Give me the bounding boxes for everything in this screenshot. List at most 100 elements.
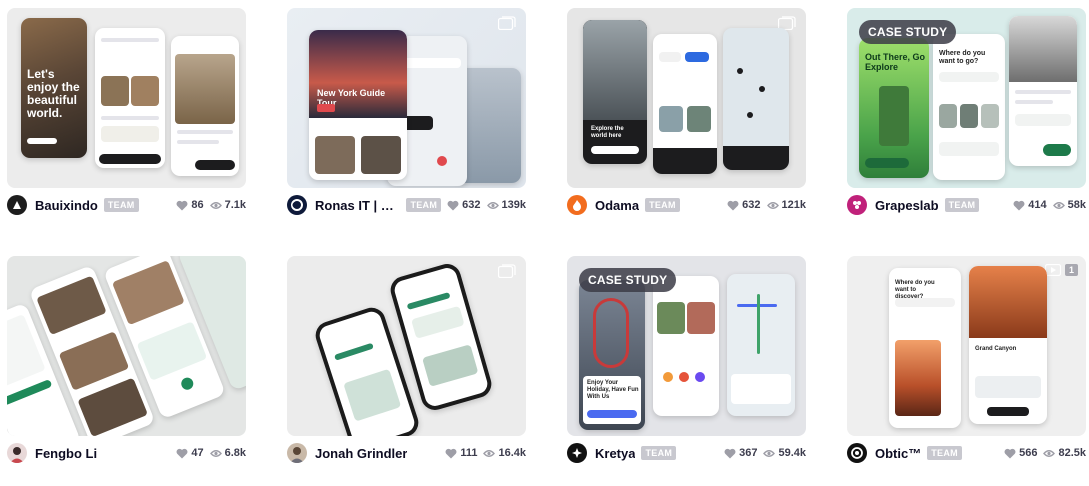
phone-mockup: Enjoy Your Holiday, Have Fun With Us [579, 280, 645, 430]
heart-icon [724, 448, 736, 458]
avatar[interactable] [847, 195, 867, 215]
eye-icon [1052, 201, 1065, 209]
team-badge: TEAM [406, 198, 442, 212]
shot-card[interactable]: Fengbo Li 47 6.8k [7, 256, 246, 463]
eye-icon [763, 449, 776, 457]
hero-title: Enjoy Your Holiday, Have Fun With Us [587, 380, 639, 400]
avatar[interactable] [7, 443, 27, 463]
author-name[interactable]: Fengbo Li [35, 446, 97, 461]
shot-card[interactable]: 1 Where do you want to discover? Grand C… [847, 256, 1086, 463]
like-count[interactable]: 414 [1013, 199, 1047, 211]
flame-icon [573, 200, 581, 211]
phone-mockup [171, 36, 239, 176]
avatar[interactable] [567, 443, 587, 463]
views-value: 7.1k [224, 199, 246, 211]
view-count: 6.8k [209, 447, 246, 459]
shot-thumbnail[interactable] [287, 256, 526, 436]
author-name[interactable]: Obtic™ [875, 446, 921, 461]
heart-icon [176, 448, 188, 458]
shot-stats: 47 6.8k [170, 447, 246, 459]
phone-mockup [727, 274, 795, 416]
avatar[interactable] [847, 443, 867, 463]
like-count[interactable]: 632 [447, 199, 481, 211]
shot-meta: Kretya TEAM 367 59.4k [567, 443, 806, 463]
shot-type-indicators: 1 [1044, 264, 1078, 276]
shot-card[interactable]: Enjoy Your Holiday, Have Fun With Us CAS… [567, 256, 806, 463]
shot-thumbnail[interactable]: Let's enjoy the beautiful world. [7, 8, 246, 188]
eye-icon [766, 201, 779, 209]
shot-card[interactable]: Jonah Grindler 111 16.4k [287, 256, 526, 463]
shot-card[interactable]: Explore the world here Odama TEAM 632 12… [567, 8, 806, 215]
attachment-count: 1 [1064, 264, 1078, 276]
views-value: 58k [1067, 199, 1086, 211]
author-name[interactable]: Bauixindo [35, 198, 98, 213]
team-badge: TEAM [944, 198, 980, 212]
views-value: 16.4k [498, 447, 526, 459]
like-count[interactable]: 566 [1004, 447, 1037, 459]
view-count: 7.1k [209, 199, 246, 211]
author-name[interactable]: Ronas IT | UI... [315, 198, 400, 213]
like-count[interactable]: 632 [727, 199, 761, 211]
shot-stats: 111 16.4k [439, 447, 526, 459]
views-value: 82.5k [1058, 447, 1086, 459]
heart-icon [447, 200, 459, 210]
shot-meta: Ronas IT | UI... TEAM 632 139k [287, 195, 526, 215]
shot-thumbnail[interactable]: Enjoy Your Holiday, Have Fun With Us CAS… [567, 256, 806, 436]
grape-icon [853, 201, 861, 209]
shot-thumbnail[interactable] [7, 256, 246, 436]
shot-meta: Bauixindo TEAM 86 7.1k [7, 195, 246, 215]
shot-card[interactable]: New York Guide Tour Ronas IT | UI... TEA… [287, 8, 526, 215]
shot-thumbnail[interactable]: Out There, Go Explore Where do you want … [847, 8, 1086, 188]
author-name[interactable]: Kretya [595, 446, 635, 461]
shot-meta: Grapeslab TEAM 414 58k [847, 195, 1086, 215]
phone-mockup: Where do you want to discover? [889, 268, 961, 428]
likes-value: 414 [1028, 199, 1047, 211]
like-count[interactable]: 47 [176, 447, 204, 459]
team-badge: TEAM [927, 446, 962, 460]
likes-value: 47 [191, 447, 204, 459]
eye-icon [486, 201, 499, 209]
heart-icon [1004, 448, 1016, 458]
shot-thumbnail[interactable]: New York Guide Tour [287, 8, 526, 188]
phone-mockup [1009, 16, 1077, 166]
phone-mockup: Grand Canyon [969, 266, 1047, 424]
logo-icon [291, 199, 303, 211]
author-name[interactable]: Odama [595, 198, 639, 213]
shot-thumbnail[interactable]: Explore the world here [567, 8, 806, 188]
likes-value: 367 [739, 447, 758, 459]
views-value: 121k [781, 199, 806, 211]
avatar[interactable] [567, 195, 587, 215]
shot-thumbnail[interactable]: 1 Where do you want to discover? Grand C… [847, 256, 1086, 436]
phone-mockup [653, 276, 719, 416]
shot-card[interactable]: Let's enjoy the beautiful world. Bauixin… [7, 8, 246, 215]
phone-mockup: Where do you want to go? [933, 34, 1005, 180]
shot-meta: Odama TEAM 632 121k [567, 195, 806, 215]
phone-mockup [653, 34, 717, 174]
hero-title: Explore the world here [591, 126, 624, 139]
shot-meta: Fengbo Li 47 6.8k [7, 443, 246, 463]
heart-icon [176, 200, 188, 210]
like-count[interactable]: 367 [724, 447, 757, 459]
user-photo-icon [10, 447, 24, 463]
shot-card[interactable]: Out There, Go Explore Where do you want … [847, 8, 1086, 215]
avatar[interactable] [7, 195, 27, 215]
avatar[interactable] [287, 443, 307, 463]
shot-stats: 632 139k [441, 199, 526, 211]
phone-mockup: Out There, Go Explore [859, 38, 929, 178]
like-count[interactable]: 111 [445, 447, 477, 459]
team-badge: TEAM [103, 198, 139, 212]
author-name[interactable]: Jonah Grindler [315, 446, 407, 461]
avatar[interactable] [287, 195, 307, 215]
phone-mockup: Explore the world here [583, 20, 647, 164]
multi-shot-icon [498, 16, 516, 30]
likes-value: 566 [1019, 447, 1038, 459]
views-value: 6.8k [224, 447, 246, 459]
video-icon [1044, 264, 1061, 276]
shot-meta: Obtic™ TEAM 566 82.5k [847, 443, 1086, 463]
shot-meta: Jonah Grindler 111 16.4k [287, 443, 526, 463]
like-count[interactable]: 86 [176, 199, 204, 211]
view-count: 82.5k [1043, 447, 1086, 459]
case-study-badge: CASE STUDY [579, 268, 677, 292]
view-count: 121k [766, 199, 806, 211]
author-name[interactable]: Grapeslab [875, 198, 939, 213]
